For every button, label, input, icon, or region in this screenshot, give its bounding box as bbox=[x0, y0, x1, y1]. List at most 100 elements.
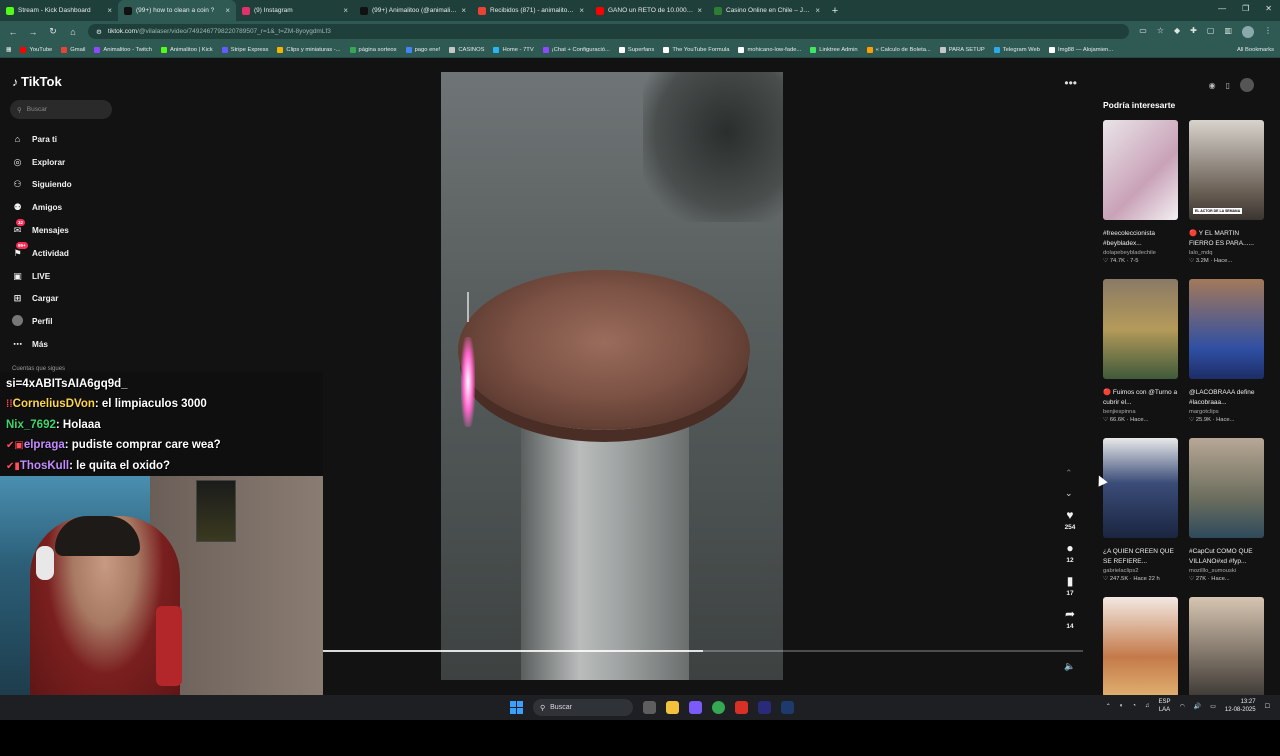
volume-icon[interactable]: 🔈 bbox=[1064, 661, 1075, 672]
app-tray-icon[interactable]: ◐ bbox=[1120, 703, 1124, 709]
sidebar-item-home[interactable]: ⌂ Para ti bbox=[12, 128, 72, 151]
chrome-icon[interactable] bbox=[712, 701, 725, 714]
like-button[interactable]: ♥ 254 bbox=[1065, 508, 1076, 541]
suggested-video-card[interactable]: EL ACTOR DE LA SEMANA 🔴 Y EL MARTIN FIERR… bbox=[1189, 120, 1264, 279]
bookmark-item[interactable]: Home - 7TV bbox=[493, 46, 534, 53]
tab-close-icon[interactable]: × bbox=[697, 6, 702, 15]
browser-tab[interactable]: Recibidos (871) - animalitoo.str × bbox=[472, 0, 590, 21]
video-author[interactable]: dolapebeybladechile bbox=[1103, 250, 1178, 256]
bookmark-item[interactable]: Superfans bbox=[618, 46, 654, 53]
close-window-icon[interactable]: ✕ bbox=[1265, 4, 1272, 13]
video-author[interactable]: gabrielaclips2 bbox=[1103, 568, 1178, 574]
suggested-video-card[interactable] bbox=[1189, 597, 1264, 756]
widgets-icon[interactable] bbox=[643, 701, 656, 714]
browser-tab[interactable]: (99+) how to clean a coin ? × bbox=[118, 0, 236, 21]
video-progress-bar[interactable] bbox=[323, 650, 1083, 652]
comment-button[interactable]: ● 12 bbox=[1066, 541, 1073, 574]
video-author[interactable]: margotclips bbox=[1189, 409, 1264, 415]
bookmark-item[interactable]: Animalitoo - Twitch bbox=[94, 46, 152, 53]
sidebar-icon[interactable]: ▥ bbox=[1224, 26, 1232, 38]
file-explorer-icon[interactable] bbox=[666, 701, 679, 714]
tab-close-icon[interactable]: × bbox=[343, 6, 348, 15]
browser-tab[interactable]: GANO un RETO de 10.000€ y lo × bbox=[590, 0, 708, 21]
bookmark-item[interactable]: Telegram Web bbox=[993, 46, 1040, 53]
suggested-video-card[interactable]: #CapCut COMO QUE VILLANO#xd #fyp... mozil… bbox=[1189, 438, 1264, 597]
taskbar-search[interactable]: ⚲ Buscar bbox=[533, 699, 633, 716]
profile-avatar[interactable] bbox=[1242, 25, 1254, 38]
reload-icon[interactable]: ↻ bbox=[48, 26, 58, 37]
bookmark-star-icon[interactable]: ☆ bbox=[1157, 26, 1164, 38]
bookmark-item[interactable]: « Calculo de Boleta... bbox=[866, 46, 931, 53]
minimize-icon[interactable]: — bbox=[1218, 4, 1226, 13]
search-input[interactable]: ⚲ Buscar bbox=[10, 100, 112, 119]
bookmark-item[interactable]: ¡Chat + Configuració... bbox=[542, 46, 610, 53]
new-tab-icon[interactable]: + bbox=[826, 5, 844, 17]
extension-icon[interactable]: ◆ bbox=[1174, 26, 1180, 38]
bookmark-item[interactable]: CASINOS bbox=[449, 46, 484, 53]
video-author[interactable]: mozilllo_sumouski bbox=[1189, 568, 1264, 574]
tab-close-icon[interactable]: × bbox=[461, 6, 466, 15]
tray-overflow-icon[interactable]: ⌃ bbox=[1106, 703, 1111, 710]
clock[interactable]: 13:27 12-08-2025 bbox=[1225, 698, 1256, 714]
network-icon[interactable]: ◔ bbox=[1132, 703, 1136, 709]
browser-tab[interactable]: Casino Online en Chile – Juego × bbox=[708, 0, 826, 21]
bookmark-item[interactable]: mohicano-low-fade... bbox=[738, 46, 801, 53]
battery-icon[interactable]: ▭ bbox=[1210, 703, 1216, 710]
back-icon[interactable]: ← bbox=[8, 27, 18, 37]
video-author[interactable]: benjiespinna bbox=[1103, 409, 1178, 415]
video-thumbnail[interactable] bbox=[1103, 120, 1178, 220]
next-video-icon[interactable]: ⌄ bbox=[1065, 488, 1073, 499]
premiere-icon[interactable] bbox=[758, 701, 771, 714]
obs-icon[interactable] bbox=[735, 701, 748, 714]
browser-tab[interactable]: Stream - Kick Dashboard × bbox=[0, 0, 118, 21]
bookmark-item[interactable]: YouTube bbox=[20, 46, 52, 53]
video-thumbnail[interactable] bbox=[1189, 438, 1264, 538]
more-options-icon[interactable]: ••• bbox=[1064, 76, 1077, 90]
bookmark-item[interactable]: Gmail bbox=[61, 46, 85, 53]
previous-video-icon[interactable]: ⌃ bbox=[1065, 468, 1073, 479]
bookmark-item[interactable]: Stripe Express bbox=[221, 46, 268, 53]
speaker-icon[interactable]: 🔊 bbox=[1194, 703, 1201, 710]
address-input[interactable]: ⚙ tiktok.com/@vilalaser/video/7492467798… bbox=[88, 24, 1130, 39]
bookmark-item[interactable]: The YouTube Formula bbox=[663, 46, 729, 53]
video-thumbnail[interactable] bbox=[1103, 438, 1178, 538]
photoshop-icon[interactable] bbox=[781, 701, 794, 714]
user-avatar[interactable] bbox=[1240, 78, 1254, 92]
video-thumbnail[interactable] bbox=[1189, 279, 1264, 379]
tab-close-icon[interactable]: × bbox=[107, 6, 112, 15]
language-indicator[interactable]: ESP LAA bbox=[1158, 698, 1170, 714]
suggested-video-card[interactable] bbox=[1103, 597, 1178, 756]
video-thumbnail[interactable]: EL ACTOR DE LA SEMANA bbox=[1189, 120, 1264, 220]
tab-search-icon[interactable]: ▢ bbox=[1207, 26, 1215, 38]
browser-tab[interactable]: (9) Instagram × bbox=[236, 0, 354, 21]
bookmark-item[interactable]: Clips y miniaturas -... bbox=[277, 46, 341, 53]
tab-close-icon[interactable]: × bbox=[579, 6, 584, 15]
forward-icon[interactable]: → bbox=[28, 27, 38, 37]
browser-tab[interactable]: (99+) Animalitoo (@animalitoo × bbox=[354, 0, 472, 21]
wifi-icon[interactable]: ◠ bbox=[1180, 703, 1185, 710]
device-icon[interactable]: ▯ bbox=[1226, 81, 1230, 90]
extensions-puzzle-icon[interactable]: ✚ bbox=[1190, 26, 1197, 38]
sidebar-item-more[interactable]: ⋯ Más bbox=[12, 333, 72, 356]
tab-close-icon[interactable]: × bbox=[815, 6, 820, 15]
tab-close-icon[interactable]: × bbox=[225, 6, 230, 15]
sidebar-item-upload[interactable]: ⊞ Cargar bbox=[12, 288, 72, 311]
start-button[interactable] bbox=[510, 701, 523, 714]
suggested-video-card[interactable]: ¿A QUIEN CREEN QUE SE REFIERE... gabriela… bbox=[1103, 438, 1178, 597]
video-thumbnail[interactable] bbox=[1103, 279, 1178, 379]
bookmark-item[interactable]: pago ene! bbox=[405, 46, 440, 53]
sidebar-item-compass[interactable]: ◎ Explorar bbox=[12, 151, 72, 174]
bookmark-item[interactable]: página sorteos bbox=[349, 46, 397, 53]
browser-menu-icon[interactable]: ⋮ bbox=[1264, 26, 1272, 38]
save-button[interactable]: ▮ 17 bbox=[1066, 574, 1073, 607]
coins-icon[interactable]: ◉ bbox=[1209, 81, 1216, 90]
suggested-video-card[interactable]: #freecoleccionista #beybladex... dolapebe… bbox=[1103, 120, 1178, 279]
bookmark-item[interactable]: Img88 — Alojamien... bbox=[1049, 46, 1113, 53]
site-info-icon[interactable]: ⚙ bbox=[96, 28, 102, 36]
video-author[interactable]: lalo_mdq bbox=[1189, 250, 1264, 256]
bookmark-item[interactable]: Linktree Admin bbox=[810, 46, 858, 53]
suggested-video-card[interactable]: @LACOBRAAA define #lacobraaa... margotcli… bbox=[1189, 279, 1264, 438]
sidebar-item-following[interactable]: ⚇ Siguiendo bbox=[12, 174, 71, 197]
discord-icon[interactable] bbox=[689, 701, 702, 714]
bookmark-item[interactable]: Animalitoo | Kick bbox=[160, 46, 213, 53]
